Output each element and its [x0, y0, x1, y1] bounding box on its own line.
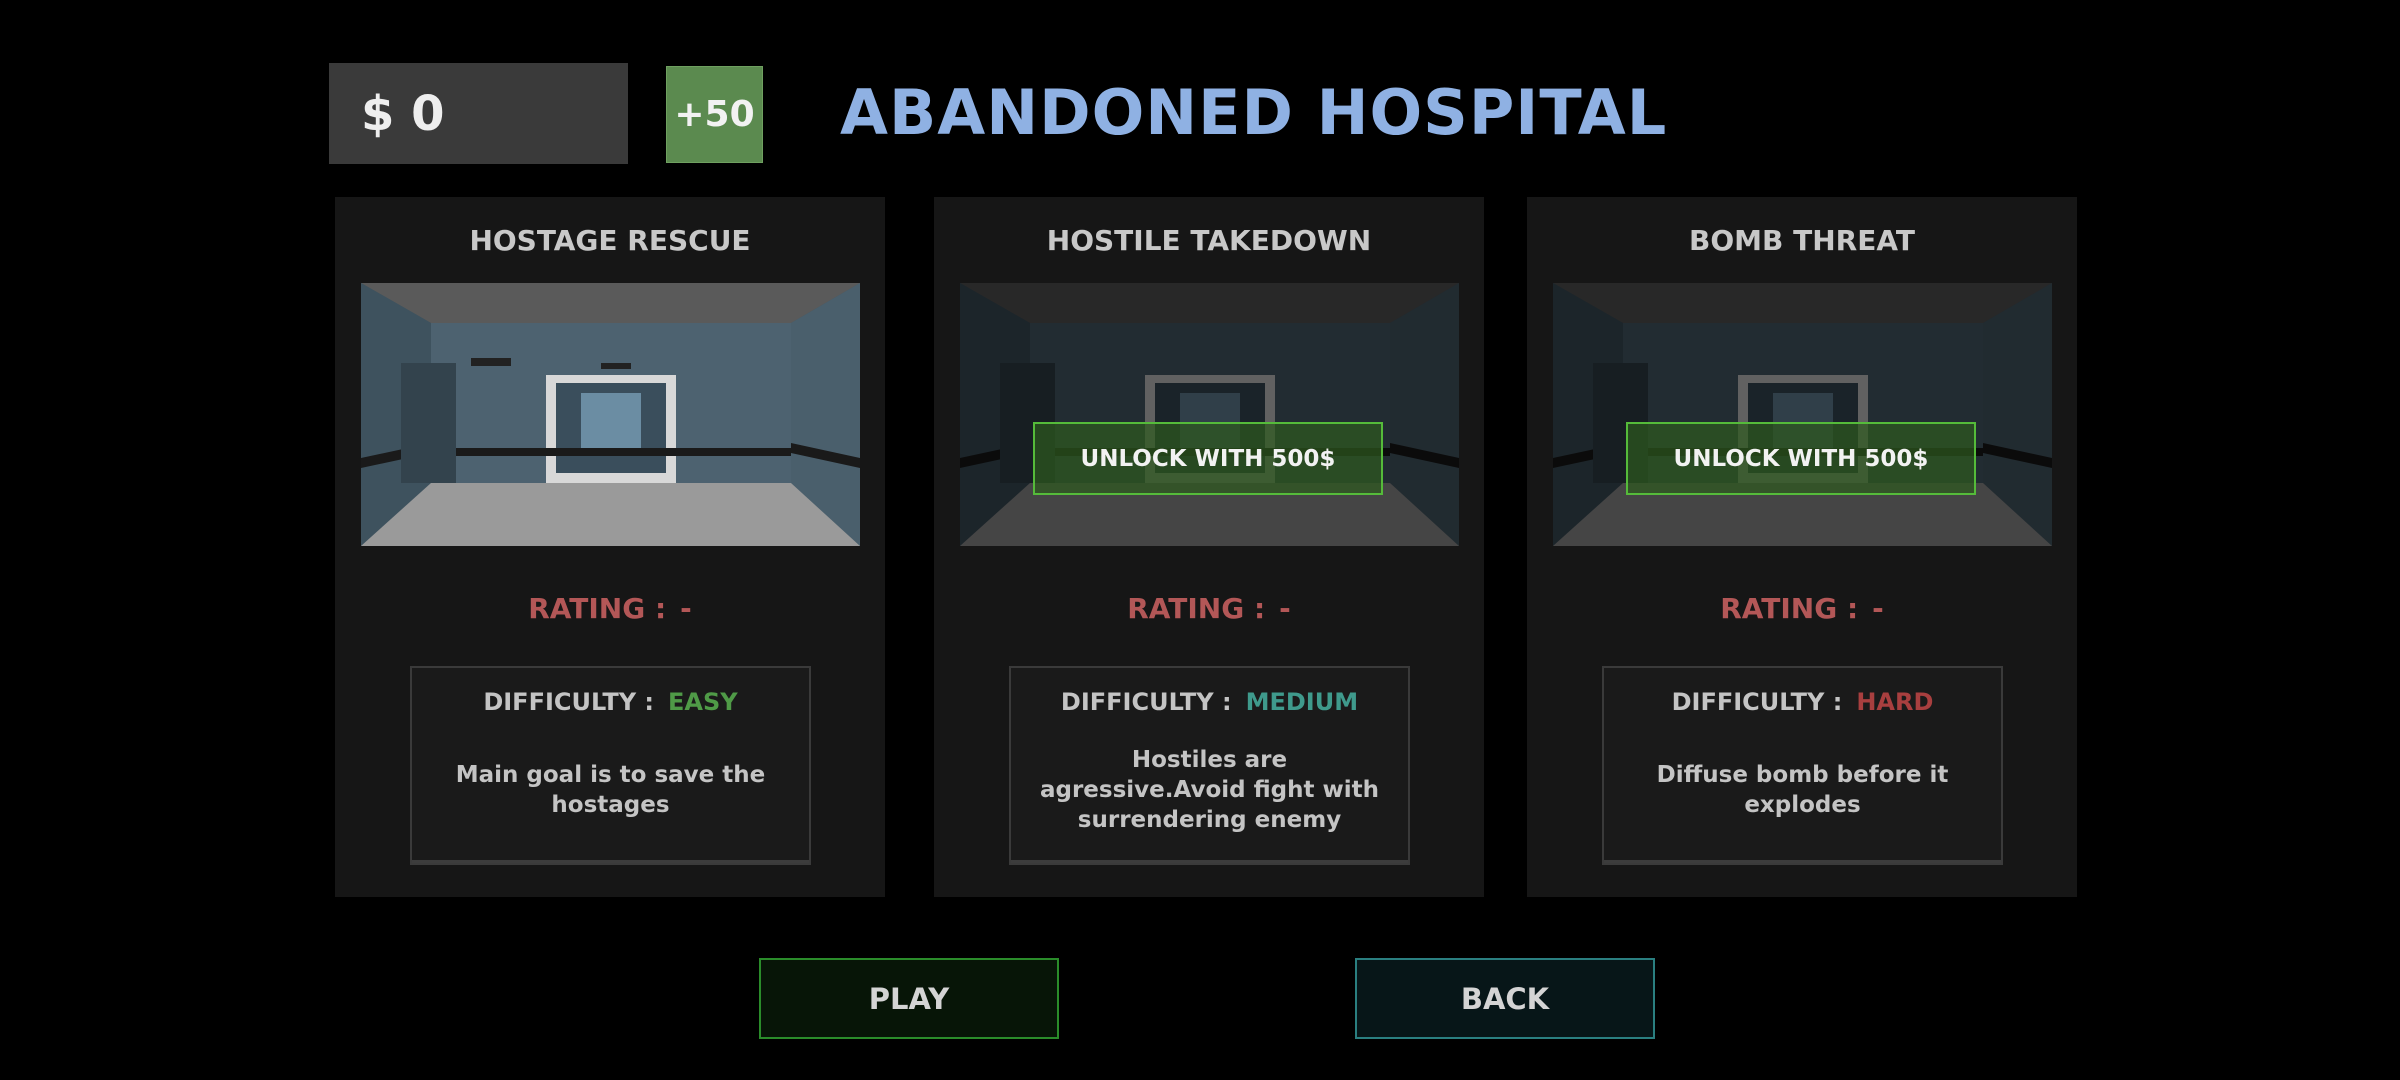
mission-card-hostile-takedown[interactable]: HOSTILE TAKEDOWN UNLOCK WITH 500$ RATING… [934, 197, 1484, 897]
unlock-button[interactable]: UNLOCK WITH 500$ [1033, 422, 1383, 495]
back-button[interactable]: BACK [1355, 958, 1655, 1039]
difficulty-row: DIFFICULTY : HARD [1604, 684, 2001, 720]
bonus-money-button[interactable]: +50 [666, 66, 763, 163]
mission-thumbnail: UNLOCK WITH 500$ [960, 283, 1459, 546]
difficulty-value: HARD [1856, 688, 1934, 716]
rating-label: RATING : [1720, 592, 1859, 625]
mission-description: Hostiles are agressive.Avoid fight with … [1039, 747, 1380, 833]
difficulty-value: MEDIUM [1245, 688, 1359, 716]
locked-overlay [1553, 283, 2052, 546]
difficulty-label: DIFFICULTY : [483, 688, 655, 716]
mission-info-box: DIFFICULTY : EASY Main goal is to save th… [410, 666, 811, 865]
rating-row: RATING :- [335, 589, 885, 629]
rating-row: RATING :- [934, 589, 1484, 629]
play-button[interactable]: PLAY [759, 958, 1059, 1039]
difficulty-row: DIFFICULTY : MEDIUM [1011, 684, 1408, 720]
rating-label: RATING : [528, 592, 667, 625]
mission-description: Diffuse bomb before it explodes [1656, 762, 1949, 818]
mission-title: HOSTILE TAKEDOWN [1046, 224, 1372, 257]
rating-row: RATING :- [1527, 589, 2077, 629]
mission-thumbnail [361, 283, 860, 546]
mission-card-hostage-rescue[interactable]: HOSTAGE RESCUE RATING :- DIFFICULTY : EAS… [335, 197, 885, 897]
mission-info-box: DIFFICULTY : MEDIUM Hostiles are agressiv… [1009, 666, 1410, 865]
mission-thumbnail: UNLOCK WITH 500$ [1553, 283, 2052, 546]
rating-value: - [680, 592, 692, 625]
money-value: $ 0 [361, 85, 445, 142]
rating-value: - [1872, 592, 1884, 625]
difficulty-label: DIFFICULTY : [1060, 688, 1232, 716]
mission-card-bomb-threat[interactable]: BOMB THREAT UNLOCK WITH 500$ RATING :- D… [1527, 197, 2077, 897]
mission-title: BOMB THREAT [1689, 224, 1915, 257]
money-display: $ 0 [329, 63, 628, 164]
mission-info-box: DIFFICULTY : HARD Diffuse bomb before it … [1602, 666, 2003, 865]
level-title: ABANDONED HOSPITAL [840, 76, 1668, 149]
difficulty-label: DIFFICULTY : [1671, 688, 1843, 716]
mission-description: Main goal is to save the hostages [455, 762, 766, 818]
locked-overlay [960, 283, 1459, 546]
mission-title: HOSTAGE RESCUE [469, 224, 751, 257]
difficulty-row: DIFFICULTY : EASY [412, 684, 809, 720]
unlock-button[interactable]: UNLOCK WITH 500$ [1626, 422, 1976, 495]
rating-label: RATING : [1127, 592, 1266, 625]
rating-value: - [1279, 592, 1291, 625]
difficulty-value: EASY [668, 688, 738, 716]
